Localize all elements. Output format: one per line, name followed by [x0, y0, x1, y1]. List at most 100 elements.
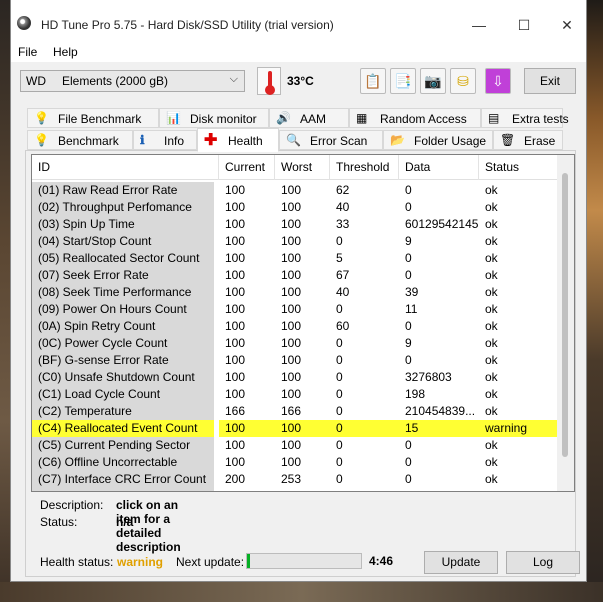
cell-current: 100	[225, 285, 246, 299]
tab-folder-usage[interactable]: 📂 Folder Usage	[383, 130, 493, 150]
cell-data: 60129542145	[405, 217, 479, 231]
table-row[interactable]: (C2) Temperature 166 166 0 210454839... ok	[32, 403, 557, 420]
screenshot-button[interactable]: 📷	[420, 68, 446, 94]
table-row[interactable]: (DF) Load/Unload Retry Count10010000ok	[32, 488, 557, 491]
hdtune-app-icon	[17, 16, 31, 30]
health-panel: ID Current Worst Threshold Data Status (…	[25, 150, 580, 577]
red-cross-health-icon: ✚	[204, 132, 218, 149]
col-threshold[interactable]: Threshold	[330, 155, 399, 180]
cell-status: ok	[485, 353, 498, 367]
tab-label: Info	[164, 134, 185, 148]
close-button[interactable]: ✕	[545, 10, 589, 40]
table-row[interactable]: (02) Throughput Perfomance 100 100 40 0 ok	[32, 199, 557, 216]
col-current[interactable]: Current	[219, 155, 275, 180]
menu-file[interactable]: File	[18, 45, 37, 59]
cell-status: ok	[485, 472, 498, 486]
update-button[interactable]: Update	[424, 551, 498, 574]
cell-id: (C7) Interface CRC Error Count	[32, 471, 214, 488]
col-data[interactable]: Data	[399, 155, 479, 180]
table-row[interactable]: (C0) Unsafe Shutdown Count 100 100 0 3276803…	[32, 369, 557, 386]
cell-worst: 100	[281, 319, 302, 333]
cell-current: 100	[225, 319, 246, 333]
tab-erase[interactable]: 🗑 Erase	[493, 130, 563, 150]
tab-random-access[interactable]: ▦ Random Access	[349, 108, 481, 128]
cell-id: (C4) Reallocated Event Count	[32, 420, 214, 437]
cell-data: 0	[405, 183, 412, 197]
tab-file-benchmark[interactable]: 💡 File Benchmark	[27, 108, 159, 128]
screenshot-camera-icon: 📷	[424, 73, 442, 89]
menu-help[interactable]: Help	[53, 45, 78, 59]
cell-current: 100	[225, 387, 246, 401]
exit-button[interactable]: Exit	[524, 68, 576, 94]
cell-status: ok	[479, 488, 557, 491]
tab-aam[interactable]: 🔊 AAM	[269, 108, 349, 128]
tab-error-scan[interactable]: 🔍 Error Scan	[279, 130, 383, 150]
cell-status: ok	[485, 404, 498, 418]
cell-threshold: 40	[336, 285, 350, 299]
cell-data: 3276803	[405, 370, 452, 384]
drive-select[interactable]: WD Elements (2000 gB) ⌵	[20, 70, 245, 92]
cell-id: (C5) Current Pending Sector	[32, 437, 214, 454]
tab-disk-monitor[interactable]: 📊 Disk monitor	[159, 108, 269, 128]
col-id[interactable]: ID	[32, 155, 219, 180]
tab-label: Disk monitor	[190, 112, 257, 126]
table-row[interactable]: (C5) Current Pending Sector 100 100 0 0 ok	[32, 437, 557, 454]
table-row[interactable]: (09) Power On Hours Count 100 100 0 11 ok	[32, 301, 557, 318]
options-button[interactable]: ⛁	[450, 68, 476, 94]
table-row[interactable]: (0A) Spin Retry Count 100 100 60 0 ok	[32, 318, 557, 335]
table-row[interactable]: (C4) Reallocated Event Count 100 100 0 15 war…	[32, 420, 557, 437]
tab-health[interactable]: ✚ Health	[197, 128, 279, 152]
minimize-button[interactable]: —	[457, 10, 501, 40]
folder-icon: 📂	[390, 133, 405, 147]
cell-worst: 100	[281, 370, 302, 384]
cell-threshold: 0	[330, 420, 399, 437]
cell-id: (03) Spin Up Time	[32, 216, 214, 233]
cell-worst: 100	[275, 488, 330, 491]
table-row[interactable]: (C1) Load Cycle Count 100 100 0 198 ok	[32, 386, 557, 403]
cell-id: (C1) Load Cycle Count	[32, 386, 214, 403]
table-row[interactable]: (BF) G-sense Error Rate 100 100 0 0 ok	[32, 352, 557, 369]
cell-worst: 100	[281, 387, 302, 401]
trash-icon: 🗑	[500, 133, 516, 147]
scrollbar-thumb[interactable]	[562, 173, 568, 457]
next-update-label: Next update:	[176, 555, 245, 569]
table-row[interactable]: (07) Seek Error Rate 100 100 67 0 ok	[32, 267, 557, 284]
temperature-value: 33°C	[287, 74, 314, 88]
lightbulb-icon: 💡	[34, 133, 49, 147]
col-status[interactable]: Status	[479, 155, 559, 180]
log-button[interactable]: Log	[506, 551, 580, 574]
table-row[interactable]: (01) Raw Read Error Rate 100 100 62 0 ok	[32, 182, 557, 199]
cell-status: ok	[485, 183, 498, 197]
cell-worst: 100	[281, 285, 302, 299]
title-bar[interactable]: HD Tune Pro 5.75 - Hard Disk/SSD Utility…	[11, 0, 586, 42]
smart-table[interactable]: ID Current Worst Threshold Data Status (…	[31, 154, 575, 492]
table-row[interactable]: (C7) Interface CRC Error Count 200 253 0 0 ok	[32, 471, 557, 488]
table-row[interactable]: (C6) Offline Uncorrectable 100 100 0 0 ok	[32, 454, 557, 471]
desktop-background-bottom	[0, 582, 603, 602]
cell-id: (02) Throughput Perfomance	[32, 199, 214, 216]
table-row[interactable]: (0C) Power Cycle Count 100 100 0 9 ok	[32, 335, 557, 352]
tab-benchmark[interactable]: 💡 Benchmark	[27, 130, 133, 150]
save-button[interactable]: ⇩	[485, 68, 511, 94]
cell-status: ok	[485, 268, 498, 282]
table-row[interactable]: (08) Seek Time Performance 100 100 40 39 ok	[32, 284, 557, 301]
cell-threshold: 60	[336, 319, 350, 333]
vertical-scrollbar[interactable]	[557, 155, 574, 491]
table-row[interactable]: (03) Spin Up Time 100 100 33 60129542145 ok	[32, 216, 557, 233]
copy-all-button[interactable]: 📑	[390, 68, 416, 94]
table-header: ID Current Worst Threshold Data Status	[32, 155, 574, 180]
col-worst[interactable]: Worst	[275, 155, 330, 180]
cell-threshold: 0	[336, 302, 343, 316]
cell-status: ok	[485, 387, 498, 401]
table-row[interactable]: (04) Start/Stop Count 100 100 0 9 ok	[32, 233, 557, 250]
table-row[interactable]: (05) Reallocated Sector Count 100 100 5 0 ok	[32, 250, 557, 267]
cell-threshold: 33	[336, 217, 350, 231]
cell-threshold: 0	[336, 438, 343, 452]
maximize-button[interactable]: ☐	[502, 10, 546, 40]
copy-info-icon: 📋	[364, 73, 382, 89]
cell-current: 100	[225, 268, 246, 282]
tab-info[interactable]: ℹ Info	[133, 130, 197, 150]
tab-extra-tests[interactable]: ▤ Extra tests	[481, 108, 569, 128]
status-bar: Health status: warning Next update: 4:46…	[40, 549, 580, 574]
copy-info-button[interactable]: 📋	[360, 68, 386, 94]
